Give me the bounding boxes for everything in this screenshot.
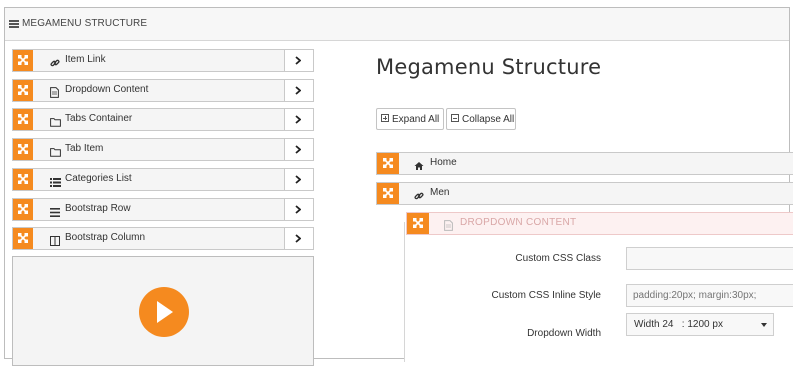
drag-handle[interactable] xyxy=(13,228,33,250)
tree-item-label: DROPDOWN CONTENT xyxy=(460,217,577,228)
add-item-button[interactable] xyxy=(284,228,313,250)
drag-handle[interactable] xyxy=(13,139,33,161)
dropdown-width-label: Dropdown Width xyxy=(527,328,601,339)
drag-handle[interactable] xyxy=(407,213,429,234)
palette-item-label: Tabs Container xyxy=(65,113,133,125)
expand-all-button[interactable]: Expand All xyxy=(376,108,444,130)
plus-square-icon xyxy=(381,114,389,122)
tree-item-label: Men xyxy=(430,187,450,198)
title-bar: MEGAMENU STRUCTURE xyxy=(5,8,789,41)
palette-item[interactable]: Bootstrap Column xyxy=(12,227,314,251)
drag-handle[interactable] xyxy=(13,79,33,101)
palette-item[interactable]: Item Link xyxy=(12,49,314,72)
palette-item[interactable]: Categories List xyxy=(12,167,314,191)
add-item-button[interactable] xyxy=(284,109,313,131)
file-icon xyxy=(444,218,453,236)
home-icon xyxy=(414,158,424,176)
video-preview xyxy=(12,256,314,366)
palette-item[interactable]: Tab Item xyxy=(12,138,314,162)
file-icon xyxy=(50,85,60,98)
palette-item-label: Item Link xyxy=(65,54,106,65)
folder-icon xyxy=(50,114,61,128)
palette-item-label: Categories List xyxy=(65,172,132,184)
palette-item-label: Bootstrap Column xyxy=(65,232,146,244)
collapse-all-label: Collapse All xyxy=(462,114,515,125)
folder-icon xyxy=(50,144,61,157)
css-class-input[interactable] xyxy=(626,247,793,270)
add-item-button[interactable] xyxy=(284,50,313,71)
window-title: MEGAMENU STRUCTURE xyxy=(22,18,148,29)
drag-handle[interactable] xyxy=(13,50,33,71)
expand-all-label: Expand All xyxy=(392,114,440,125)
inline-style-input[interactable] xyxy=(626,284,793,307)
palette-item[interactable]: Tabs Container xyxy=(12,108,314,132)
drag-handle[interactable] xyxy=(13,109,33,131)
play-icon xyxy=(157,301,173,323)
css-class-label: Custom CSS Class xyxy=(515,253,601,264)
tree-item-dropdown-content[interactable]: DROPDOWN CONTENT xyxy=(406,212,793,235)
palette-item-label: Tab Item xyxy=(65,143,104,155)
tree-item-men[interactable]: Men xyxy=(376,182,793,205)
palette-item-label: Dropdown Content xyxy=(65,83,149,95)
drag-handle[interactable] xyxy=(377,153,399,174)
columns-icon xyxy=(50,233,60,247)
add-item-button[interactable] xyxy=(284,79,313,101)
palette-item[interactable]: Dropdown Content xyxy=(12,78,314,102)
add-item-button[interactable] xyxy=(284,139,313,161)
list-icon xyxy=(50,174,61,187)
tree-item-home[interactable]: Home xyxy=(376,152,793,175)
play-button[interactable] xyxy=(139,287,189,337)
palette-item[interactable]: Bootstrap Row xyxy=(12,197,314,221)
collapse-all-button[interactable]: Collapse All xyxy=(446,108,516,130)
caret-down-icon xyxy=(761,323,767,327)
drag-handle[interactable] xyxy=(13,168,33,190)
page-title: Megamenu Structure xyxy=(376,55,602,79)
minus-square-icon xyxy=(451,114,459,122)
palette-item-label: Bootstrap Row xyxy=(65,202,131,214)
add-item-button[interactable] xyxy=(284,198,313,220)
link-icon xyxy=(414,188,424,206)
drag-handle[interactable] xyxy=(13,198,33,220)
add-item-button[interactable] xyxy=(284,168,313,190)
tree-item-label: Home xyxy=(430,157,457,168)
link-icon xyxy=(50,55,60,67)
drag-handle[interactable] xyxy=(377,183,399,204)
dropdown-width-value: Width 24 : 1200 px xyxy=(634,319,723,330)
menu-bars-icon xyxy=(9,20,19,28)
dropdown-width-select[interactable]: Width 24 : 1200 px xyxy=(626,313,774,336)
bars-icon xyxy=(50,204,60,217)
inline-style-label: Custom CSS Inline Style xyxy=(491,290,602,301)
